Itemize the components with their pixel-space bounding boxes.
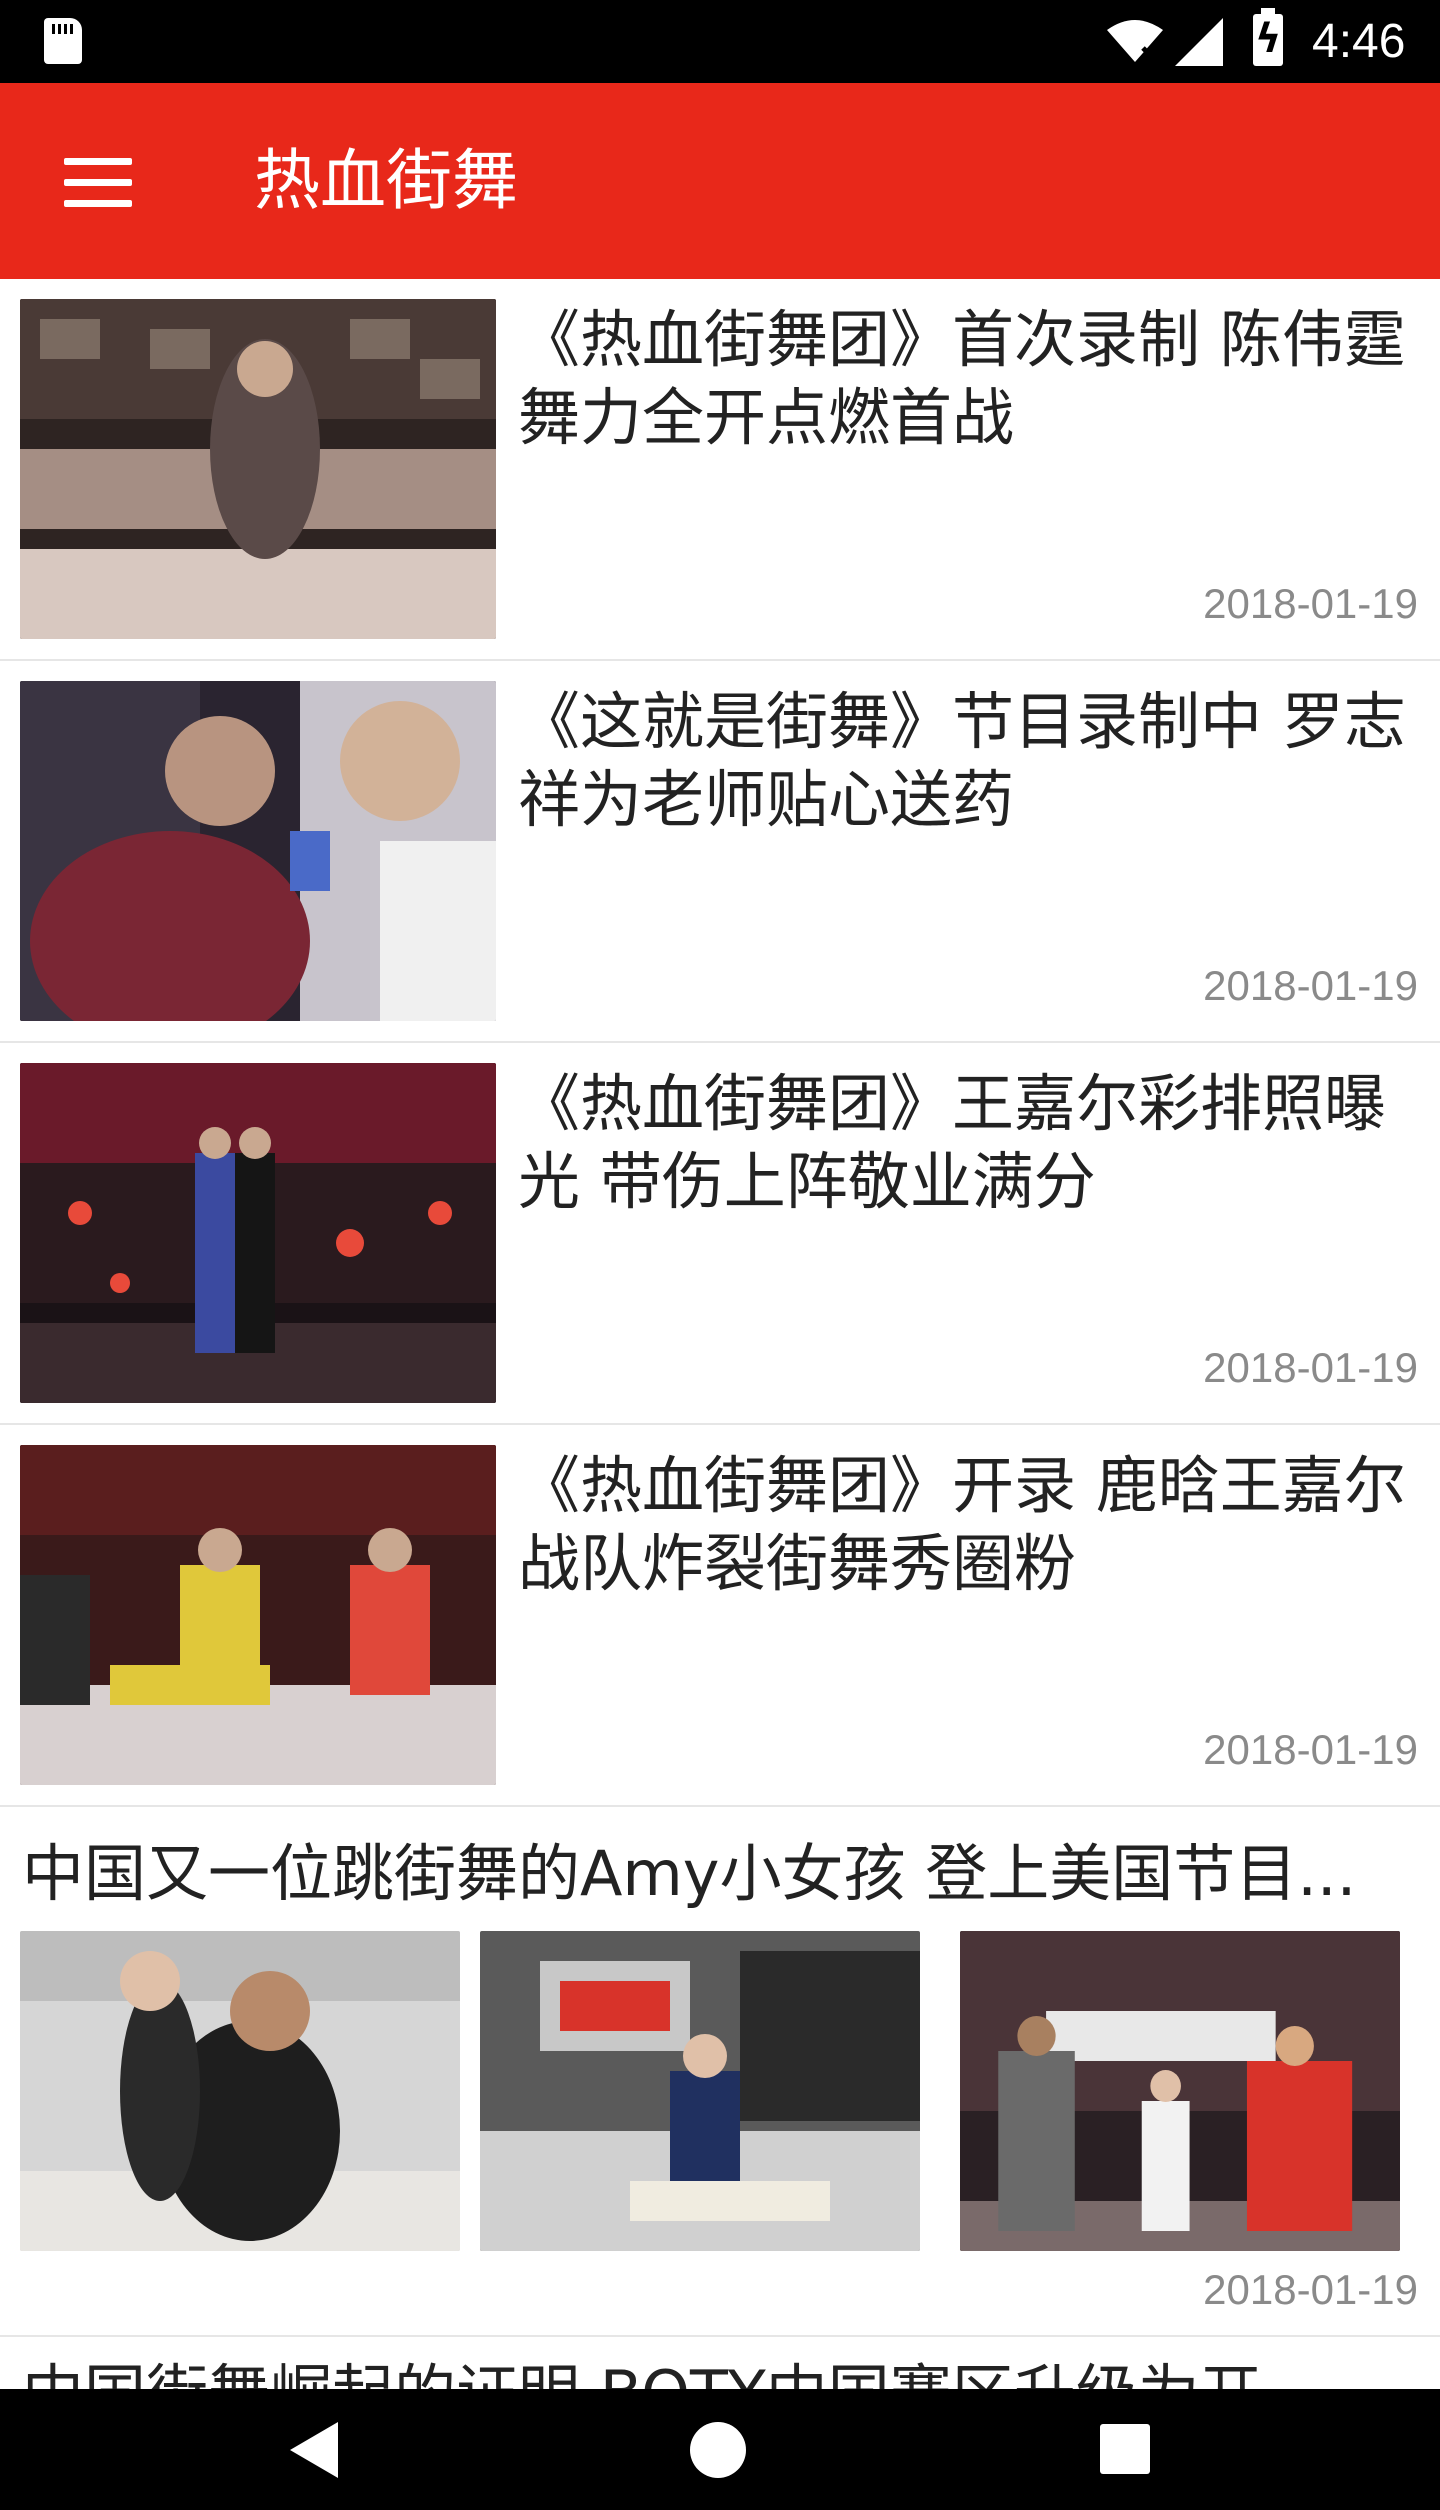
list-item[interactable]: 《热血街舞团》开录 鹿晗王嘉尔战队炸裂街舞秀圈粉 2018-01-19 <box>0 1425 1440 1807</box>
news-title: 《热血街舞团》王嘉尔彩排照曝光 带伤上阵敬业满分 <box>518 1067 1387 1218</box>
back-icon[interactable] <box>290 2422 338 2478</box>
news-list[interactable]: 《热血街舞团》首次录制 陈伟霆舞力全开点燃首战 2018-01-19 《这就是街… <box>0 279 1440 2389</box>
page-title: 热血街舞 <box>254 142 518 219</box>
news-title: 《这就是街舞》节目录制中 罗志祥为老师贴心送药 <box>518 685 1406 836</box>
list-item[interactable]: 中国街舞崛起的证明 BOTY中国赛区升级为开... <box>0 2337 1440 2389</box>
wifi-icon <box>1107 20 1163 62</box>
news-date: 2018-01-19 <box>1203 580 1418 627</box>
thumbnail-row <box>20 1931 1420 2251</box>
menu-icon[interactable] <box>64 158 132 208</box>
news-title: 中国街舞崛起的证明 BOTY中国赛区升级为开... <box>22 2355 1422 2389</box>
news-thumbnail <box>480 1931 920 2251</box>
news-date: 2018-01-19 <box>1203 1344 1418 1391</box>
home-icon[interactable] <box>690 2422 746 2478</box>
app-bar: 热血街舞 <box>0 83 1440 279</box>
list-item-multi-image[interactable]: 中国又一位跳街舞的Amy小女孩 登上美国节目... 2018-01-19 <box>0 1807 1440 2337</box>
battery-charging-icon <box>1253 8 1283 66</box>
news-title: 中国又一位跳街舞的Amy小女孩 登上美国节目... <box>22 1837 1357 1910</box>
list-item[interactable]: 《热血街舞团》王嘉尔彩排照曝光 带伤上阵敬业满分 2018-01-19 <box>0 1043 1440 1425</box>
news-date: 2018-01-19 <box>1203 1726 1418 1773</box>
news-date: 2018-01-19 <box>1203 962 1418 1009</box>
news-thumbnail <box>960 1931 1400 2251</box>
news-thumbnail <box>20 1931 460 2251</box>
signal-icon <box>1175 18 1223 66</box>
status-time: 4:46 <box>1312 15 1406 68</box>
recent-apps-icon[interactable] <box>1100 2424 1150 2474</box>
news-thumbnail <box>20 299 496 639</box>
news-title: 《热血街舞团》首次录制 陈伟霆舞力全开点燃首战 <box>518 303 1406 454</box>
news-date: 2018-01-19 <box>1203 2266 1418 2313</box>
navigation-bar <box>0 2389 1440 2510</box>
news-thumbnail <box>20 681 496 1021</box>
list-item[interactable]: 《热血街舞团》首次录制 陈伟霆舞力全开点燃首战 2018-01-19 <box>0 279 1440 661</box>
sd-card-icon <box>44 18 82 64</box>
news-title: 《热血街舞团》开录 鹿晗王嘉尔战队炸裂街舞秀圈粉 <box>518 1449 1406 1600</box>
news-thumbnail <box>20 1445 496 1785</box>
status-bar: 4:46 <box>0 0 1440 83</box>
news-thumbnail <box>20 1063 496 1403</box>
list-item[interactable]: 《这就是街舞》节目录制中 罗志祥为老师贴心送药 2018-01-19 <box>0 661 1440 1043</box>
